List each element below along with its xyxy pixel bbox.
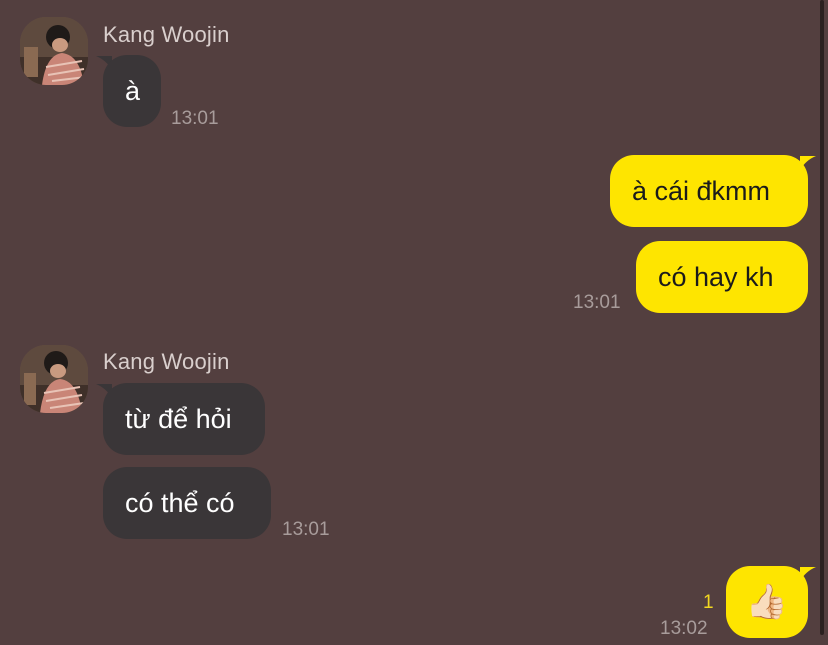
incoming-message-bubble[interactable]: à	[103, 55, 161, 127]
bubble-tail	[800, 567, 816, 581]
outgoing-message-bubble[interactable]: à cái đkmm	[610, 155, 808, 227]
scrollbar[interactable]	[820, 0, 824, 635]
unread-count: 1	[703, 592, 714, 613]
avatar-photo	[20, 345, 88, 413]
chat-room: Kang Woojin à 13:01 à cái đkmm có hay kh…	[0, 0, 828, 645]
avatar-photo	[20, 17, 88, 85]
sender-avatar[interactable]	[20, 345, 88, 413]
sender-avatar[interactable]	[20, 17, 88, 85]
sender-name: Kang Woojin	[103, 22, 230, 47]
bubble-tail	[800, 156, 816, 170]
outgoing-message-bubble[interactable]: 👍🏻	[726, 566, 808, 638]
outgoing-message-bubble[interactable]: có hay kh	[636, 241, 808, 313]
message-time: 13:01	[282, 519, 330, 540]
message-time: 13:01	[171, 108, 219, 129]
incoming-message-bubble[interactable]: từ để hỏi	[103, 383, 265, 455]
message-time: 13:01	[573, 292, 621, 313]
incoming-message-bubble[interactable]: có thể có	[103, 467, 271, 539]
sender-name: Kang Woojin	[103, 349, 230, 374]
message-time: 13:02	[660, 618, 708, 639]
